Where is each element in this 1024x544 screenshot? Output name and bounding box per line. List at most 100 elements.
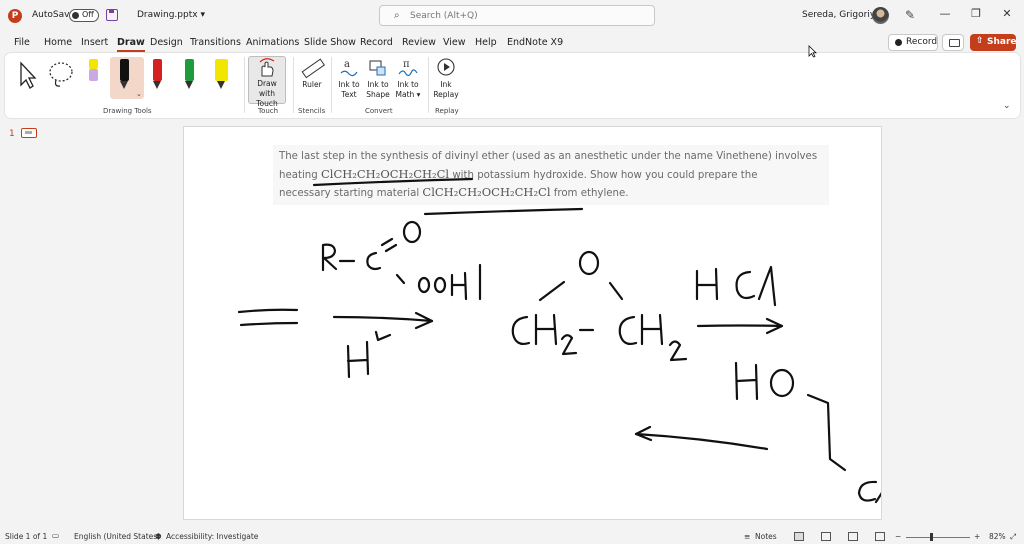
ink-to-text-label-2: Text <box>341 90 357 99</box>
filename-dropdown[interactable]: Drawing.pptx ▾ <box>137 10 205 20</box>
zoom-slider-track[interactable] <box>906 537 970 538</box>
tab-design[interactable]: Design <box>150 37 183 48</box>
ink-double-bond <box>380 237 398 253</box>
minimize-button[interactable]: — <box>937 7 953 23</box>
tab-home[interactable]: Home <box>44 37 72 48</box>
ribbon-separator <box>428 57 429 113</box>
slide-thumbnail[interactable] <box>21 128 37 138</box>
ink-chain-bond <box>806 393 847 472</box>
ink-overline-stroke <box>423 207 584 216</box>
language-indicator[interactable]: English (United States) <box>74 532 160 541</box>
tab-endnote[interactable]: EndNote X9 <box>507 37 563 48</box>
tab-review[interactable]: Review <box>402 37 436 48</box>
ruler-button[interactable]: Ruler <box>297 56 327 104</box>
tab-slide-show[interactable]: Slide Show <box>304 37 356 48</box>
pen-lilac-icon <box>89 69 98 81</box>
zoom-level[interactable]: 82% <box>989 532 1006 541</box>
ink-to-math-label-2: Math ▾ <box>395 90 421 99</box>
ink-ch2-right-h <box>640 313 664 346</box>
ink-letter-o3 <box>433 276 447 294</box>
slide-show-icon[interactable] <box>875 532 885 541</box>
ink-to-shape-label-1: Ink to <box>367 80 389 89</box>
ruler-icon <box>301 58 326 79</box>
ink-replay-button[interactable]: Ink Replay <box>432 56 460 104</box>
ink-to-text-button[interactable]: a Ink to Text <box>335 56 363 104</box>
fit-to-window-icon[interactable]: ⤢ <box>1010 532 1016 542</box>
pen-black-tool[interactable]: ⌄ <box>110 57 144 99</box>
slide-sorter-icon[interactable] <box>821 532 831 541</box>
ink-equals-bottom <box>239 321 299 327</box>
ink-epoxide-bond-right <box>608 281 624 301</box>
group-label-drawing-tools: Drawing Tools <box>103 107 152 115</box>
select-tool[interactable] <box>14 57 40 99</box>
slide-canvas[interactable]: The last step in the synthesis of diviny… <box>184 127 881 519</box>
replay-icon <box>437 58 455 76</box>
save-icon[interactable] <box>106 9 118 21</box>
search-box[interactable]: ⌕ <box>379 5 655 26</box>
reading-view-icon[interactable] <box>848 532 858 541</box>
tab-help[interactable]: Help <box>475 37 497 48</box>
pen-black-icon <box>120 59 129 81</box>
record-button[interactable]: Record <box>888 34 938 51</box>
ink-single-bond <box>395 273 406 285</box>
draw-with-touch-button[interactable]: Draw with Touch <box>248 56 286 108</box>
group-label-stencils: Stencils <box>298 107 326 115</box>
ink-to-text-icon: a <box>340 59 358 77</box>
comments-button[interactable] <box>942 34 964 51</box>
tab-transitions[interactable]: Transitions <box>190 37 241 48</box>
lasso-select-tool[interactable] <box>46 57 73 99</box>
autosave-state: Off <box>82 10 94 19</box>
collapse-ribbon-chevron-icon[interactable]: ⌄ <box>1003 101 1011 111</box>
pen-red-tool[interactable] <box>144 57 170 99</box>
draw-with-touch-label-1: Draw with <box>257 79 277 98</box>
ink-to-math-button[interactable]: π Ink to Math ▾ <box>393 56 423 104</box>
pen-icon[interactable]: ✎ <box>905 8 915 22</box>
cursor-arrow-icon <box>20 61 37 89</box>
notes-button[interactable]: Notes <box>755 532 777 541</box>
powerpoint-logo-icon: P <box>8 9 22 23</box>
spellcheck-icon[interactable]: ▭ <box>52 531 59 540</box>
toggle-knob <box>72 12 79 19</box>
highlighter-yellow-tool[interactable] <box>208 57 234 99</box>
accessibility-icon[interactable]: ⚉ <box>155 532 162 541</box>
chevron-down-icon[interactable]: ⌄ <box>136 90 142 98</box>
pen-green-tool[interactable] <box>176 57 202 99</box>
ink-to-shape-button[interactable]: Ink to Shape <box>363 56 393 104</box>
zoom-slider-thumb[interactable] <box>930 533 933 541</box>
share-button[interactable]: ⇧ Share <box>970 34 1017 51</box>
ink-epoxide-o <box>578 250 600 276</box>
close-button[interactable]: ✕ <box>999 7 1015 23</box>
normal-view-icon[interactable] <box>794 532 804 541</box>
ink-letter-r <box>321 243 338 272</box>
tab-record[interactable]: Record <box>360 37 393 48</box>
tab-file[interactable]: File <box>14 37 30 48</box>
pen-cap-icon <box>89 59 98 69</box>
accessibility-status[interactable]: Accessibility: Investigate <box>166 532 258 541</box>
ink-arrow3-shaft <box>634 432 769 451</box>
highlighter-icon <box>215 59 228 81</box>
record-icon <box>895 39 902 46</box>
slide-number: 1 <box>9 129 15 139</box>
autosave-toggle[interactable]: Off <box>69 9 99 22</box>
pen-lilac-tool[interactable] <box>80 57 106 99</box>
tab-animations[interactable]: Animations <box>246 37 299 48</box>
restore-button[interactable]: ❐ <box>968 7 984 23</box>
avatar[interactable] <box>872 7 889 24</box>
zoom-in-button[interactable]: + <box>974 532 980 541</box>
ink-ch2-right-c <box>618 315 638 346</box>
zoom-out-button[interactable]: − <box>895 532 901 541</box>
svg-text:π: π <box>403 59 410 70</box>
tab-view[interactable]: View <box>443 37 466 48</box>
ink-equals-top <box>237 308 299 314</box>
pen-tip-icon <box>153 81 161 89</box>
tab-insert[interactable]: Insert <box>81 37 108 48</box>
pen-tip-icon <box>217 81 225 89</box>
ribbon-separator <box>244 57 245 113</box>
notes-icon[interactable]: ≡ <box>744 532 750 541</box>
search-input[interactable] <box>410 8 640 23</box>
tab-draw[interactable]: Draw <box>117 37 145 52</box>
ink-letter-o2 <box>417 276 431 294</box>
ink-to-math-label-1: Ink to <box>397 80 419 89</box>
pen-green-icon <box>185 59 194 81</box>
ink-annotations <box>237 177 881 504</box>
